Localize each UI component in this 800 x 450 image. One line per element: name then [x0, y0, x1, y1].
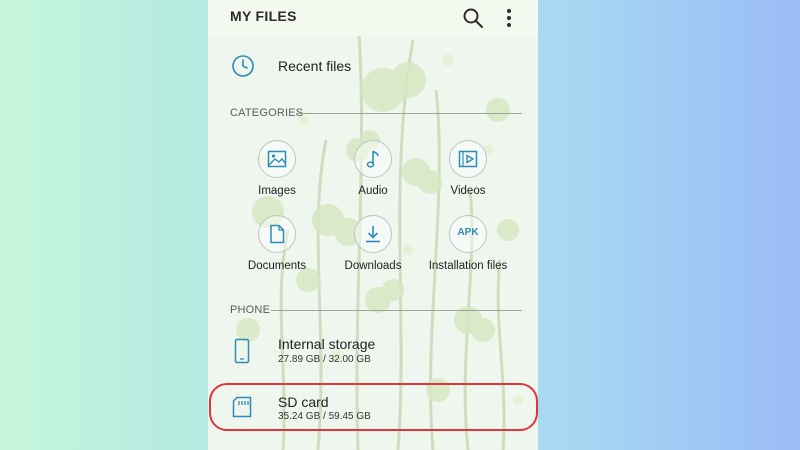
category-videos-circle: [449, 140, 487, 178]
internal-storage-label: Internal storage: [278, 336, 376, 352]
category-images-circle: [258, 140, 296, 178]
sd-card-highlight: [209, 383, 538, 431]
category-documents-circle: [258, 215, 296, 253]
category-audio-circle: [354, 140, 392, 178]
phone-header: PHONE: [230, 304, 271, 316]
phone-divider: [271, 310, 522, 311]
category-videos-label: Videos: [450, 185, 486, 197]
internal-storage-row[interactable]: Internal storage 27.89 GB / 32.00 GB: [208, 328, 538, 374]
category-installation-files-circle: APK: [449, 215, 487, 253]
more-vertical-icon[interactable]: [500, 6, 518, 30]
category-installation-files-label: Installation files: [428, 260, 508, 272]
top-app-bar: MY FILES: [208, 0, 538, 36]
document-icon: [270, 224, 285, 244]
internal-storage-usage: 27.89 GB / 32.00 GB: [278, 354, 371, 365]
video-icon: [458, 150, 478, 168]
categories-divider: [296, 113, 522, 114]
apk-icon: APK: [457, 227, 479, 238]
app-title: MY FILES: [230, 8, 297, 24]
clock-icon: [232, 55, 254, 77]
download-icon: [366, 226, 380, 243]
search-icon[interactable]: [461, 6, 485, 30]
image-icon: [267, 150, 287, 168]
recent-files-row[interactable]: Recent files: [208, 44, 538, 88]
recent-files-label: Recent files: [278, 58, 352, 74]
category-downloads-circle: [354, 215, 392, 253]
phone-icon: [234, 338, 250, 364]
music-note-icon: [366, 150, 379, 168]
categories-header: CATEGORIES: [230, 107, 304, 119]
